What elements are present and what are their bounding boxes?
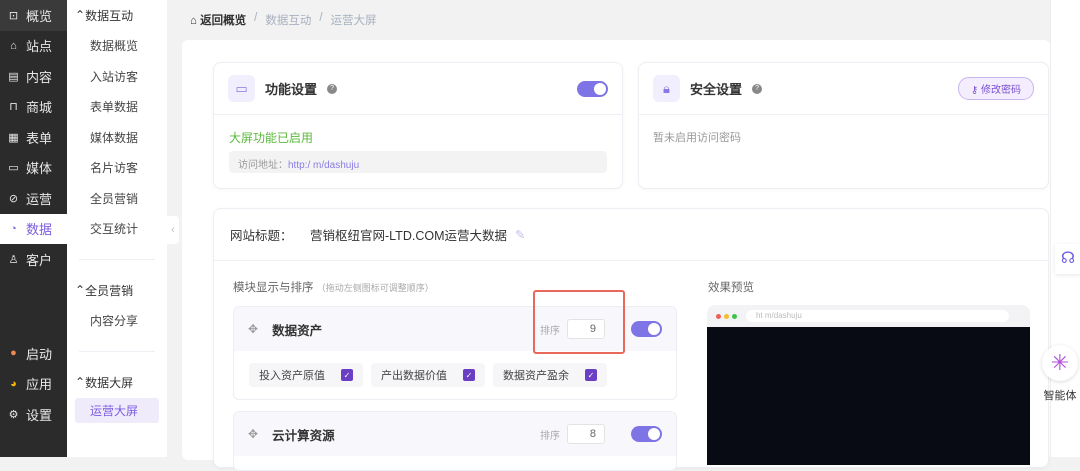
option-checkbox[interactable]: 产出数据价值 ✓ [371, 363, 485, 387]
subnav-group-data-interaction[interactable]: ⌃ 数据互动 [67, 0, 167, 31]
change-password-button[interactable]: ⚷ 修改密码 [957, 77, 1034, 100]
pie-icon: ◔ [10, 222, 17, 235]
sidebar-item[interactable]: ⊓ 商城 [0, 92, 67, 123]
video-icon: ▭ [8, 162, 19, 175]
sidebar-item[interactable]: ⌂ 站点 [0, 31, 67, 62]
breadcrumb-item[interactable]: 数据互动 [265, 12, 311, 28]
subnav-item-active[interactable]: 运营大屏 [75, 397, 159, 423]
main-sidebar: ⊡ 概览 ⌂ 站点 ▤ 内容 ⊓ 商城 ▦ 表单 ▭ 媒体 ⊘ 运营 ◔ 数据 ♙ 客户 ● 启动 ◕ 应用 ⚙ 设置 [0, 0, 67, 457]
cart-icon: ⊓ [9, 101, 18, 114]
sub-navigation: ⌃ 数据互动 数据概览 入站访客 表单数据 媒体数据 名片访客 全员营销 交互统计… [67, 0, 167, 457]
agent-button[interactable]: ✳ 智能体 [1040, 345, 1080, 403]
feature-settings-card: ▭ 功能设置 ? 大屏功能已启用 访问地址：http:/ m/dashuju [213, 62, 623, 189]
subnav-item[interactable]: 内容分享 [67, 306, 167, 337]
check-icon: ✓ [341, 369, 353, 381]
gear-icon: ⚙ [8, 408, 19, 421]
collapse-chevron-icon[interactable]: ‹ [167, 216, 179, 244]
help-icon[interactable]: ? [327, 83, 338, 94]
site-title-label: 网站标题： [230, 229, 293, 243]
headset-icon[interactable]: ☊ [1055, 244, 1080, 274]
home-icon: ⌂ [10, 39, 17, 52]
option-checkbox[interactable]: 数据资产盈余 ✓ [493, 363, 607, 387]
option-checkbox[interactable]: 投入资产原值 ✓ [249, 363, 363, 387]
subnav-item[interactable]: 交互统计 [67, 214, 167, 245]
feature-status: 大屏功能已启用 [229, 131, 314, 145]
sidebar-item-launch[interactable]: ● 启动 [0, 338, 67, 369]
check-icon: ✓ [585, 369, 597, 381]
sidebar-item[interactable]: ⊘ 运营 [0, 183, 67, 214]
sidebar-item[interactable]: ⊡ 概览 [0, 0, 67, 31]
preview-window: ht m/dashuju [707, 305, 1030, 465]
module-card: ✥ 云计算资源 排序 8 [233, 411, 677, 471]
subnav-item[interactable]: 名片访客 [67, 153, 167, 184]
subnav-item[interactable]: 入站访客 [67, 61, 167, 92]
sidebar-item[interactable]: ◔ 数据 [0, 213, 67, 244]
form-icon: ▦ [8, 131, 19, 144]
feature-toggle[interactable] [577, 80, 608, 97]
drag-handle-icon[interactable]: ✥ [248, 322, 258, 336]
help-icon[interactable]: ? [752, 83, 763, 94]
chart-board-icon: ⊡ [8, 9, 19, 22]
breadcrumb-home[interactable]: ⌂ 返回概览 [190, 12, 246, 28]
sidebar-item[interactable]: ♙ 客户 [0, 244, 67, 275]
divider [79, 351, 155, 352]
sidebar-item[interactable]: ▭ 媒体 [0, 153, 67, 184]
security-status: 暂未启用访问密码 [653, 132, 741, 144]
modules-hint: （拖动左侧图标可调整顺序） [316, 283, 434, 293]
module-toggle[interactable] [631, 321, 662, 337]
modules-title: 模块显示与排序 [233, 282, 314, 294]
subnav-item[interactable]: 表单数据 [67, 92, 167, 123]
breadcrumb: ⌂ 返回概览 / 数据互动 / 运营大屏 [190, 12, 377, 28]
monitor-icon: ▭ [228, 75, 255, 102]
subnav-item[interactable]: 媒体数据 [67, 122, 167, 153]
user-icon: ♙ [8, 253, 19, 266]
sidebar-item[interactable]: ▦ 表单 [0, 122, 67, 153]
key-icon: ⚷ [970, 85, 981, 96]
card-title: 安全设置 [690, 82, 743, 97]
card-title: 功能设置 [265, 82, 318, 97]
divider [79, 259, 155, 260]
subnav-item[interactable]: 全员营销 [67, 183, 167, 214]
agent-icon: ✳ [1042, 345, 1078, 381]
subnav-group-marketing[interactable]: ⌃ 全员营销 [67, 275, 167, 306]
sort-order-input[interactable]: 8 [567, 424, 605, 444]
subnav-group-big-screen[interactable]: ⌃ 数据大屏 [67, 367, 167, 398]
sidebar-item[interactable]: ▤ 内容 [0, 61, 67, 92]
document-icon: ▤ [8, 70, 19, 83]
drag-handle-icon[interactable]: ✥ [248, 427, 258, 441]
clip-icon: ⊘ [8, 192, 19, 205]
check-icon: ✓ [463, 369, 475, 381]
apps-icon: ◕ [10, 377, 17, 390]
edit-icon[interactable]: ✎ [515, 227, 525, 242]
security-settings-card: 🔒︎ 安全设置 ? ⚷ 修改密码 暂未启用访问密码 [638, 62, 1049, 189]
subnav-item[interactable]: 数据概览 [67, 31, 167, 62]
site-title-value: 营销枢纽官网-LTD.COM运营大数据 [310, 229, 507, 243]
sidebar-item-settings[interactable]: ⚙ 设置 [0, 399, 67, 430]
module-toggle[interactable] [631, 426, 662, 442]
lock-icon: 🔒︎ [653, 75, 680, 102]
breadcrumb-current: 运营大屏 [330, 15, 377, 27]
access-url[interactable]: 访问地址：http:/ m/dashuju [229, 151, 607, 173]
highlight-box [533, 290, 625, 354]
preview-title: 效果预览 [708, 282, 754, 294]
preview-url: ht m/dashuju [746, 310, 1009, 322]
preview-screen [707, 327, 1030, 465]
launch-icon: ● [10, 347, 17, 360]
sidebar-item-apps[interactable]: ◕ 应用 [0, 369, 67, 400]
